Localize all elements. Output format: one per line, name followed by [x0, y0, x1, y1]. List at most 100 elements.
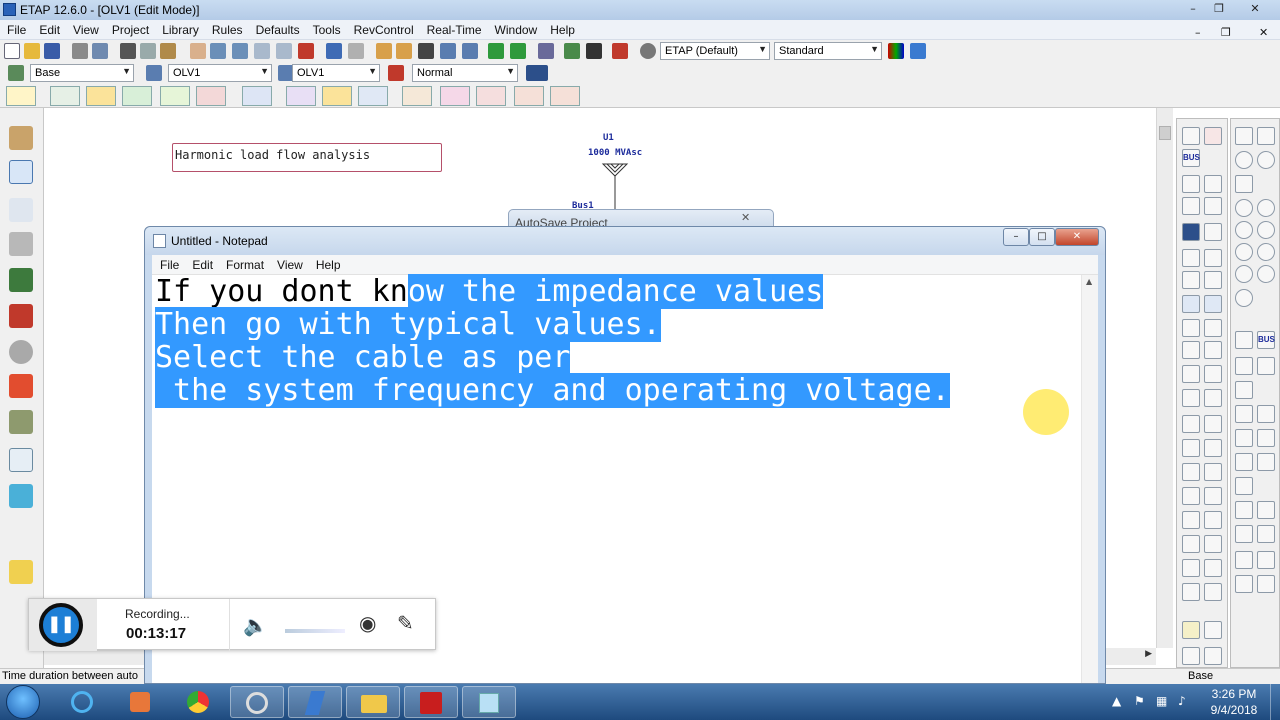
paste-icon[interactable]	[160, 43, 176, 59]
dc-load-icon[interactable]	[1257, 405, 1275, 423]
pen-icon[interactable]: ✎	[397, 611, 414, 635]
cable-ampacity-button[interactable]	[402, 86, 432, 106]
theme-combo[interactable]: ETAP (Default) ▼	[660, 42, 770, 60]
tag-icon[interactable]	[1182, 559, 1200, 577]
recycle-bin-icon[interactable]	[9, 484, 33, 508]
menu-real-time[interactable]: Real-Time	[420, 20, 488, 37]
reactor-icon[interactable]	[1204, 223, 1222, 241]
palette-icon[interactable]	[910, 43, 926, 59]
load-flow-button[interactable]	[50, 86, 80, 106]
battery-icon[interactable]	[1235, 381, 1253, 399]
diagram-label-box[interactable]: Harmonic load flow analysis	[172, 143, 442, 172]
panel-element-icon[interactable]	[1182, 415, 1200, 433]
notepad-menu-file[interactable]: File	[152, 255, 184, 272]
mdi-minimize-icon[interactable]: –	[1188, 23, 1207, 39]
link-icon[interactable]	[1182, 583, 1200, 601]
static-load-icon[interactable]	[1182, 319, 1200, 337]
canvas-vertical-scrollbar[interactable]	[1156, 108, 1173, 648]
display-options-icon[interactable]	[526, 65, 548, 81]
short-circuit-button[interactable]	[86, 86, 116, 106]
zoom-prev-icon[interactable]	[276, 43, 292, 59]
mdi-restore-icon[interactable]: ❐	[1214, 23, 1237, 39]
print-preview-icon[interactable]	[92, 43, 108, 59]
dc-bus-element-icon[interactable]: BUS	[1257, 331, 1275, 349]
contactor-icon[interactable]	[1204, 389, 1222, 407]
multimeter-icon[interactable]	[1235, 175, 1253, 193]
run-icon[interactable]	[564, 43, 580, 59]
transient-stability-button[interactable]	[196, 86, 226, 106]
dc-inverter-icon[interactable]	[1257, 551, 1275, 569]
dc-pointer-icon[interactable]	[1235, 331, 1253, 349]
check-icon[interactable]	[462, 43, 478, 59]
relay-icon[interactable]	[1182, 535, 1200, 553]
relay-r-icon[interactable]	[1257, 265, 1275, 283]
line-icon[interactable]	[1204, 197, 1222, 215]
clock-date[interactable]: 9/4/2018	[1202, 703, 1266, 717]
relay-67-icon[interactable]	[1235, 265, 1253, 283]
theme-icon[interactable]	[640, 43, 656, 59]
dc-cable-icon[interactable]	[1235, 357, 1253, 375]
harmonic-filter-icon[interactable]	[1182, 341, 1200, 359]
wind-turbine-icon[interactable]	[1204, 463, 1222, 481]
ground-icon[interactable]	[1204, 365, 1222, 383]
display-icon[interactable]	[1204, 647, 1222, 665]
scenario-icon[interactable]	[9, 448, 33, 472]
ground-grid-button[interactable]	[440, 86, 470, 106]
menu-rules[interactable]: Rules	[205, 20, 249, 37]
text-box-2-icon[interactable]	[396, 43, 412, 59]
webcam-icon[interactable]: ◉	[359, 611, 376, 635]
copy-icon[interactable]	[140, 43, 156, 59]
notepad-taskbar-icon[interactable]	[462, 686, 516, 718]
spot-network-icon[interactable]	[1204, 559, 1222, 577]
dc-bus-icon[interactable]	[1204, 487, 1222, 505]
show-desktop-button[interactable]	[1270, 684, 1280, 720]
speaker-icon[interactable]: 🔈	[243, 613, 268, 637]
acrobat-icon[interactable]	[404, 686, 458, 718]
protection-icon[interactable]	[1182, 647, 1200, 665]
save-icon[interactable]	[44, 43, 60, 59]
geo-view-icon[interactable]	[9, 560, 33, 584]
ac-relay-icon[interactable]	[1235, 127, 1253, 145]
circuit-breaker-icon[interactable]	[1182, 389, 1200, 407]
menu-edit[interactable]: Edit	[32, 20, 66, 37]
dc-panel-icon[interactable]	[1257, 501, 1275, 519]
sync-motor-icon[interactable]	[1204, 271, 1222, 289]
volume-tray-icon[interactable]: ♪	[1178, 694, 1186, 708]
dc-converter-icon[interactable]	[1257, 453, 1275, 471]
menu-tools[interactable]: Tools	[306, 20, 347, 37]
presentation-icon[interactable]	[8, 65, 24, 81]
menu-defaults[interactable]: Defaults	[249, 20, 306, 37]
zoom-fit-icon[interactable]	[298, 43, 314, 59]
switch-icon[interactable]	[1182, 365, 1200, 383]
notepad-vertical-scrollbar[interactable]: ▲	[1081, 275, 1098, 683]
vfd-icon[interactable]	[1182, 439, 1200, 457]
olv-icon[interactable]	[146, 65, 162, 81]
notepad-menu-format[interactable]: Format	[218, 255, 269, 272]
control-system-icon[interactable]	[9, 410, 33, 434]
reliability-button[interactable]	[550, 86, 580, 106]
mdi-close-icon[interactable]: ✕	[1252, 23, 1274, 39]
star-view-icon[interactable]	[9, 340, 33, 364]
relay-86-icon[interactable]	[1257, 243, 1275, 261]
pt-icon[interactable]	[1204, 511, 1222, 529]
dc-charger-icon[interactable]	[1235, 477, 1253, 495]
menu-view[interactable]: View	[66, 20, 105, 37]
media-player-icon[interactable]	[114, 686, 168, 718]
menu-library[interactable]: Library	[155, 20, 205, 37]
cut-icon[interactable]	[120, 43, 136, 59]
internet-explorer-icon[interactable]	[56, 686, 110, 718]
inverter-icon[interactable]	[1182, 463, 1200, 481]
lumped-load-icon[interactable]	[1182, 295, 1200, 313]
menu-project[interactable]: Project	[105, 20, 155, 37]
undo-icon[interactable]	[326, 43, 342, 59]
clock-time[interactable]: 3:26 PM	[1202, 687, 1266, 701]
mov-icon[interactable]	[1204, 295, 1222, 313]
dc-fuse-icon[interactable]	[1235, 429, 1253, 447]
notepad-menu-edit[interactable]: Edit	[184, 255, 218, 272]
standard-combo[interactable]: Standard ▼	[774, 42, 882, 60]
arc-flash-button[interactable]	[514, 86, 544, 106]
redo-icon[interactable]	[348, 43, 364, 59]
pause-icon[interactable]: ❚❚	[39, 603, 83, 647]
start-button-icon[interactable]	[6, 685, 40, 719]
notepad-close-icon[interactable]: ✕	[1055, 228, 1099, 246]
